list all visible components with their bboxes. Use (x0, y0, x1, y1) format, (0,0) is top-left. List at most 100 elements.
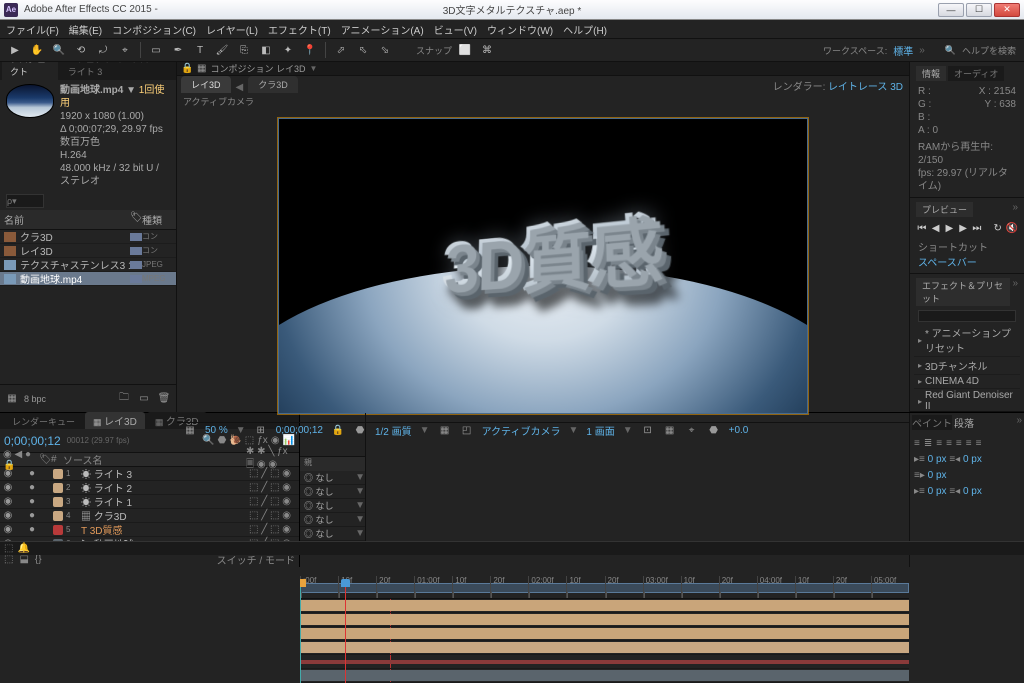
layer-row[interactable]: ◉●5T 3D質感⬚ ╱ ⬚ ◉ (0, 523, 299, 537)
project-search[interactable] (6, 194, 44, 208)
menu-effect[interactable]: エフェクト(T) (268, 22, 331, 37)
ruler-tick[interactable]: 10f (452, 576, 490, 598)
view-axis-icon[interactable]: ⬂ (376, 41, 394, 59)
loop-icon[interactable]: ↻ (992, 221, 1004, 235)
effect-category[interactable]: ▸3Dチャンネル (914, 357, 1020, 375)
effect-category[interactable]: ▸CINEMA 4D (914, 375, 1020, 389)
ruler-tick[interactable]: 02:00f (528, 576, 566, 598)
next-frame-icon[interactable]: ▶ (957, 221, 969, 235)
ruler-tick[interactable]: 05:00f (871, 576, 909, 598)
new-folder-icon[interactable]: 🗀 (116, 391, 132, 407)
toggle-switches-icon[interactable]: ⬚ (4, 554, 13, 565)
shape-tool-icon[interactable]: ▭ (147, 41, 165, 59)
maximize-button[interactable]: ☐ (966, 3, 992, 17)
snap-toggle-icon[interactable]: ⬜ (456, 41, 474, 59)
close-button[interactable]: ✕ (994, 3, 1020, 17)
status-icon-1[interactable]: ⬚ (4, 543, 13, 554)
menu-animation[interactable]: アニメーション(A) (341, 22, 424, 37)
ruler-tick[interactable]: 03:00f (643, 576, 681, 598)
mag-icon[interactable]: ▦ (183, 424, 197, 438)
menu-window[interactable]: ウィンドウ(W) (487, 22, 553, 37)
ruler-tick[interactable]: 20f (719, 576, 757, 598)
menu-help[interactable]: ヘルプ(H) (563, 22, 607, 37)
tab-info[interactable]: 情報 (916, 66, 946, 81)
trash-icon[interactable]: 🗑 (156, 391, 172, 407)
col-name[interactable]: 名前 (4, 212, 130, 227)
effect-category[interactable]: ▸* アニメーションプリセット (914, 324, 1020, 357)
effects-search[interactable] (918, 310, 1016, 322)
ruler-tick[interactable]: 04:00f (757, 576, 795, 598)
ruler-tick[interactable]: 20f (833, 576, 871, 598)
minimize-button[interactable]: — (938, 3, 964, 17)
local-axis-icon[interactable]: ⬀ (332, 41, 350, 59)
menu-edit[interactable]: 編集(E) (69, 22, 102, 37)
ruler-tick[interactable]: 20f (376, 576, 414, 598)
snap-opt-icon[interactable]: ⌘ (478, 41, 496, 59)
project-item[interactable]: レイ3Dコン (0, 244, 176, 258)
layer-bar[interactable] (300, 655, 909, 669)
col-source-name[interactable]: ソース名 (60, 452, 243, 467)
menu-composition[interactable]: コンポジション(C) (112, 22, 196, 37)
tab-audio[interactable]: オーディオ (948, 66, 1004, 81)
lock-icon[interactable]: 🔒 (181, 63, 193, 74)
ruler-tick[interactable]: 10f (681, 576, 719, 598)
eraser-tool-icon[interactable]: ◧ (257, 41, 275, 59)
prev-frame-icon[interactable]: ◀ (930, 221, 942, 235)
orbit-tool-icon[interactable]: ⟲ (72, 41, 90, 59)
toggle-in-out-icon[interactable]: {} (35, 554, 42, 565)
zoom-tool-icon[interactable]: 🔍 (50, 41, 68, 59)
shortcut-dropdown[interactable]: スペースバー (918, 254, 1016, 269)
parent-dropdown[interactable]: ◎ なし ▼ (300, 485, 365, 499)
mute-icon[interactable]: 🔇 (1006, 221, 1018, 235)
pen-tool-icon[interactable]: ✒ (169, 41, 187, 59)
tab-preview[interactable]: プレビュー (916, 202, 973, 217)
world-axis-icon[interactable]: ⬁ (354, 41, 372, 59)
layer-row[interactable]: ◉●4▦ クラ3D⬚ ╱ ⬚ ◉ (0, 509, 299, 523)
project-item[interactable]: 動画地球.mp4MPEG (0, 272, 176, 286)
menu-view[interactable]: ビュー(V) (434, 22, 477, 37)
selection-tool-icon[interactable]: ▶ (6, 41, 24, 59)
in-point-marker[interactable] (300, 585, 301, 683)
comp-tab-0[interactable]: レイ3D (181, 76, 231, 93)
ruler-tick[interactable]: 20f (605, 576, 643, 598)
layer-bar[interactable] (300, 613, 909, 627)
roto-tool-icon[interactable]: ✦ (279, 41, 297, 59)
tl-tab-0[interactable]: ▦ レイ3D (85, 412, 145, 429)
project-item[interactable]: テクスチャステンレス3 1920×1080.jpgJPEG (0, 258, 176, 272)
anchor-tool-icon[interactable]: ⌖ (116, 41, 134, 59)
timeline-timecode[interactable]: 0;00;00;12 (4, 434, 61, 448)
parent-dropdown[interactable]: ◎ なし ▼ (300, 499, 365, 513)
comp-tab-1[interactable]: クラ3D (248, 76, 298, 93)
pin-tool-icon[interactable]: 📍 (301, 41, 319, 59)
first-frame-icon[interactable]: ⏮ (916, 221, 928, 235)
tab-paint[interactable]: ペイント (912, 415, 952, 430)
new-comp-icon[interactable]: ▭ (136, 391, 152, 407)
zoom-value[interactable]: 50 % (205, 425, 228, 436)
viewport[interactable]: 3D質感 (177, 110, 909, 422)
play-icon[interactable]: ▶ (944, 221, 956, 235)
stamp-tool-icon[interactable]: ⎘ (235, 41, 253, 59)
rotate-tool-icon[interactable]: ⤾ (94, 41, 112, 59)
layer-bar[interactable] (300, 627, 909, 641)
ruler-tick[interactable]: 10f (795, 576, 833, 598)
effect-category[interactable]: ▸Red Giant Denoiser II (914, 389, 1020, 409)
layer-row[interactable]: ◉●3☀ ライト 1⬚ ╱ ⬚ ◉ (0, 495, 299, 509)
help-search[interactable]: ヘルプを検索 (962, 44, 1016, 57)
tab-paragraph[interactable]: 段落 (954, 415, 974, 430)
layer-row[interactable]: ◉●1☀ ライト 3⬚ ╱ ⬚ ◉ (0, 467, 299, 481)
ruler-tick[interactable]: 20f (490, 576, 528, 598)
ruler-tick[interactable]: 01:00f (414, 576, 452, 598)
bpc-button[interactable]: 8 bpc (24, 391, 46, 407)
layer-row[interactable]: ◉●2☀ ライト 2⬚ ╱ ⬚ ◉ (0, 481, 299, 495)
toggle-modes-icon[interactable]: ⬓ (19, 554, 28, 565)
parent-dropdown[interactable]: ◎ なし ▼ (300, 471, 365, 485)
brush-tool-icon[interactable]: 🖌 (213, 41, 231, 59)
text-tool-icon[interactable]: T (191, 41, 209, 59)
workspace-dropdown[interactable]: 標準 (893, 43, 913, 58)
project-item[interactable]: クラ3Dコン (0, 230, 176, 244)
hand-tool-icon[interactable]: ✋ (28, 41, 46, 59)
ruler-tick[interactable]: 10f (566, 576, 604, 598)
last-frame-icon[interactable]: ⏭ (971, 221, 983, 235)
interpret-icon[interactable]: ▦ (4, 391, 20, 407)
menu-layer[interactable]: レイヤー(L) (206, 22, 258, 37)
